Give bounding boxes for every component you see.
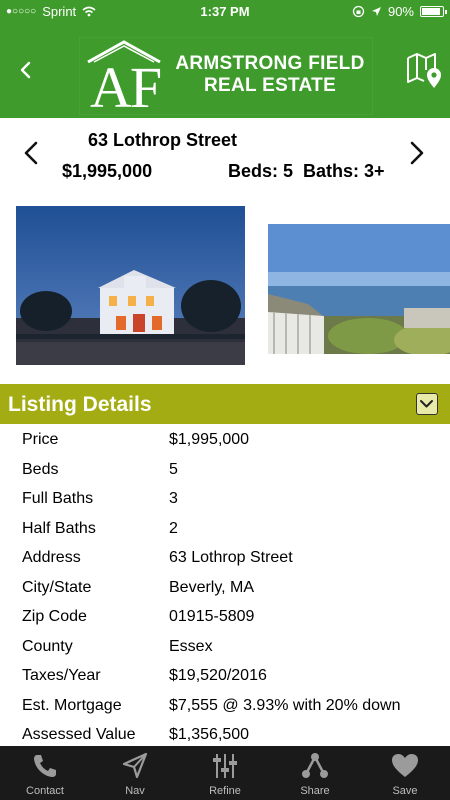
detail-label: Full Baths — [22, 490, 94, 507]
detail-label: Zip Code — [22, 608, 87, 625]
detail-value: 2 — [169, 519, 178, 537]
tab-save[interactable]: Save — [360, 746, 450, 800]
photo-gallery[interactable] — [0, 206, 450, 368]
brand-logo: AF ARMSTRONG FIELD REAL ESTATE — [80, 38, 372, 120]
detail-row-full-baths: Full Baths 3 — [0, 487, 450, 516]
logo-line-1: ARMSTRONG FIELD — [175, 53, 365, 74]
property-beds-baths: Beds: 5 Baths: 3+ — [228, 161, 385, 181]
battery-icon — [420, 6, 447, 17]
detail-label: Half Baths — [22, 519, 96, 537]
property-photo-waterfront[interactable] — [268, 224, 450, 354]
waterfront-photo — [268, 224, 450, 354]
tab-label: Share — [300, 785, 330, 797]
detail-value: Beverly, MA — [169, 578, 255, 596]
navigation-arrow-icon — [122, 752, 148, 779]
tab-nav[interactable]: Nav — [90, 746, 180, 800]
listing-details-header[interactable]: Listing Details — [0, 384, 450, 424]
detail-label: Address — [22, 549, 81, 566]
detail-row-county: County Essex — [0, 635, 450, 664]
detail-value: 5 — [169, 460, 178, 478]
detail-label: Price — [22, 431, 59, 448]
chevron-left-icon — [20, 61, 31, 79]
tab-contact[interactable]: Contact — [0, 746, 90, 800]
map-button[interactable] — [404, 50, 444, 90]
detail-label: City/State — [22, 578, 92, 596]
next-property-button[interactable] — [404, 140, 428, 171]
detail-value: 63 Lothrop Street — [169, 549, 293, 566]
tab-refine[interactable]: Refine — [180, 746, 270, 800]
tab-label: Nav — [125, 785, 145, 797]
detail-label: Taxes/Year — [22, 667, 101, 684]
detail-value: 3 — [169, 490, 178, 507]
tab-label: Save — [392, 785, 418, 797]
detail-row-taxes-year: Taxes/Year $19,520/2016 — [0, 664, 450, 693]
detail-value: Essex — [169, 637, 213, 655]
logo-line-2: REAL ESTATE — [203, 75, 337, 96]
location-arrow-icon — [371, 7, 381, 16]
property-navigator: 63 Lothrop Street $1,995,000 Beds: 5 Bat… — [0, 118, 450, 192]
back-button[interactable] — [12, 56, 40, 84]
detail-label: County — [22, 637, 73, 655]
app-header: ●○○○○ Sprint 1:37 PM 90% AF ARMSTRONG FI… — [0, 0, 450, 120]
section-title: Listing Details — [8, 393, 152, 416]
logo-wordmark: ARMSTRONG FIELD REAL ESTATE — [170, 53, 370, 97]
detail-value: $7,555 @ 3.93% with 20% down — [169, 696, 401, 714]
status-right: 90% — [352, 4, 447, 19]
tab-label: Refine — [209, 785, 241, 797]
detail-value: $19,520/2016 — [169, 667, 267, 684]
detail-row-est-mortgage: Est. Mortgage $7,555 @ 3.93% with 20% do… — [0, 694, 450, 723]
collapse-toggle-button[interactable] — [416, 393, 438, 415]
detail-row-beds: Beds 5 — [0, 458, 450, 487]
orientation-lock-icon — [352, 5, 365, 18]
detail-row-half-baths: Half Baths 2 — [0, 517, 450, 546]
bottom-tab-bar: Contact Nav Refine Share Save — [0, 746, 450, 800]
share-icon — [302, 753, 328, 778]
detail-label: Beds — [22, 460, 59, 478]
detail-row-city-state: City/State Beverly, MA — [0, 576, 450, 605]
previous-property-button[interactable] — [20, 140, 44, 171]
chevron-down-icon — [420, 400, 433, 408]
logo-initials: AF — [90, 55, 162, 120]
tab-label: Contact — [26, 785, 64, 797]
property-photo-house[interactable] — [16, 206, 245, 365]
detail-row-zip-code: Zip Code 01915-5809 — [0, 605, 450, 634]
tab-share[interactable]: Share — [270, 746, 360, 800]
detail-row-address: Address 63 Lothrop Street — [0, 546, 450, 575]
sliders-icon — [213, 754, 237, 778]
detail-value: 01915-5809 — [169, 608, 255, 625]
chevron-left-icon — [24, 141, 38, 165]
detail-label: Est. Mortgage — [22, 696, 122, 714]
property-address: 63 Lothrop Street — [88, 130, 238, 150]
detail-label: Assessed Value — [22, 726, 136, 743]
detail-value: $1,995,000 — [169, 431, 250, 448]
property-price: $1,995,000 — [62, 161, 153, 181]
house-photo — [16, 206, 245, 365]
map-pin-icon — [407, 53, 441, 88]
heart-icon — [392, 754, 418, 777]
status-bar: ●○○○○ Sprint 1:37 PM 90% — [0, 0, 450, 22]
chevron-right-icon — [410, 141, 424, 165]
phone-icon — [34, 755, 56, 777]
detail-value: $1,356,500 — [169, 726, 250, 743]
detail-row-price: Price $1,995,000 — [0, 428, 450, 457]
battery-percent: 90% — [387, 4, 414, 19]
